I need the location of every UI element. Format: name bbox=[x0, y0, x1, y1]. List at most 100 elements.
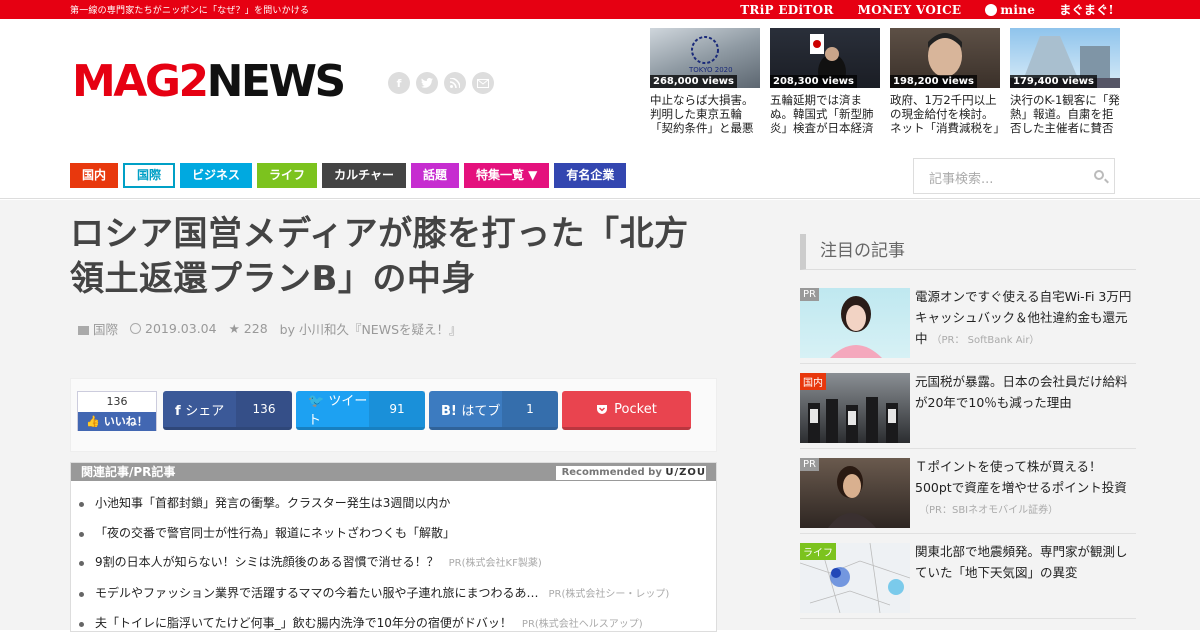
recommended-label: Recommended by bbox=[561, 467, 662, 478]
partner-sites: TRiP EDiTOR MONEY VOICE mine まぐまぐ! bbox=[740, 1, 1114, 18]
facebook-icon: f bbox=[175, 403, 186, 419]
list-item[interactable]: 9割の日本人が知らない！シミは洗顔後のある習慣で消せる！？ PR(株式会社KF製薬… bbox=[79, 548, 716, 579]
rss-icon[interactable] bbox=[444, 72, 466, 94]
date-label: 2019.03.04 bbox=[145, 321, 217, 336]
related-title: モデルやファッション業界で活躍するママの今着たい服や子連れ旅にまつわるあ… bbox=[95, 585, 539, 600]
stars-count: 228 bbox=[243, 321, 268, 336]
sidebar-thumbnail: PR bbox=[800, 288, 910, 358]
sidebar-article[interactable]: PR 電源オンですぐ使える自宅Wi-Fi 3万円キャッシュバック＆他社違約金も還… bbox=[800, 282, 1136, 364]
sidebar-article-title: 元国税が暴露。日本の会社員だけ給料が20年で10％も減った理由 bbox=[915, 374, 1128, 410]
share-count: 136 bbox=[236, 391, 292, 427]
share-box: 136 👍 いいね！ f シェア 136 🐦 ツイート 91 B! はてブ 1 … bbox=[70, 378, 717, 452]
thumbs-up-icon: 👍 bbox=[86, 415, 100, 428]
sidebar-thumbnail: PR bbox=[800, 458, 910, 528]
nav-international[interactable]: 国際 bbox=[123, 163, 176, 188]
sidebar-article[interactable]: ライフ 関東北部で地震頻発。専門家が観測していた「地下天気図」の異変 bbox=[800, 537, 1136, 619]
site-tagline: 第一線の専門家たちがニッポンに「なぜ？」を問いかける bbox=[70, 6, 310, 16]
sidebar-article-title: 関東北部で地震頻発。専門家が観測していた「地下天気図」の異変 bbox=[915, 544, 1128, 580]
like-button[interactable]: 👍 いいね！ bbox=[78, 412, 156, 431]
like-count: 136 bbox=[106, 395, 128, 408]
twitter-icon[interactable] bbox=[416, 72, 438, 94]
view-count: 208,300 views bbox=[770, 75, 857, 88]
svg-text:TOKYO 2020: TOKYO 2020 bbox=[688, 66, 733, 74]
folder-icon bbox=[78, 326, 89, 335]
pr-sponsor: PR(株式会社KF製薬) bbox=[448, 558, 542, 569]
search-input[interactable]: 記事検索... bbox=[913, 158, 1115, 194]
related-articles: 関連記事/PR記事 Recommended by U/ZOU 小池知事「首都封鎖… bbox=[70, 462, 717, 632]
mine-link-label: mine bbox=[1000, 2, 1036, 17]
related-heading: 関連記事/PR記事 bbox=[81, 465, 176, 479]
moneyvoice-link[interactable]: MONEY VOICE bbox=[858, 3, 962, 17]
list-item[interactable]: 小池知事「首都封鎖」発言の衝撃。クラスター発生は3週間以内か bbox=[79, 489, 716, 519]
article-title: ロシア国営メディアが膝を打った「北方領土返還プランB」の中身 bbox=[70, 214, 689, 299]
facebook-icon[interactable]: f bbox=[388, 72, 410, 94]
nav-features-dropdown[interactable]: 特集一覧 ▼ bbox=[463, 163, 550, 188]
nav-companies[interactable]: 有名企業 bbox=[554, 163, 627, 188]
tweet-count: 91 bbox=[369, 391, 425, 427]
article-category[interactable]: 国際 bbox=[78, 319, 118, 338]
category-nav: 国内 国際 ビジネス ライフ カルチャー 話題 特集一覧 ▼ 有名企業 bbox=[70, 163, 627, 188]
pocket-button[interactable]: Pocket bbox=[562, 391, 691, 430]
uzou-logo[interactable]: U/ZOU bbox=[665, 467, 706, 478]
sidebar-article[interactable]: 国内 元国税が暴露。日本の会社員だけ給料が20年で10％も減った理由 bbox=[800, 367, 1136, 449]
top-bar: 第一線の専門家たちがニッポンに「なぜ？」を問いかける TRiP EDiTOR M… bbox=[0, 0, 1200, 19]
trending-title: 中止ならば大損害。判明した東京五輪「契約条件」と最悪シナリオ... bbox=[650, 93, 754, 135]
category-badge: 国内 bbox=[800, 373, 826, 390]
facebook-share-button[interactable]: f シェア 136 bbox=[163, 391, 292, 430]
related-title: 「夜の交番で警官同士が性行為」報道にネットざわつくも「解散」 bbox=[95, 525, 456, 540]
search-placeholder: 記事検索... bbox=[929, 172, 994, 187]
related-header: 関連記事/PR記事 Recommended by U/ZOU bbox=[71, 463, 716, 481]
sidebar-title: 注目の記事 bbox=[800, 234, 1136, 270]
hatena-bookmark-button[interactable]: B! はてブ 1 bbox=[429, 391, 558, 430]
trending-article[interactable]: 208,300 views 五輪延期では済まぬ。韓国式「新型肺炎」検査が日本経済… bbox=[770, 28, 880, 135]
facebook-like-widget[interactable]: 136 👍 いいね！ bbox=[77, 391, 157, 431]
trending-title: 政府、1万2千円以上の現金給付を検討。ネット「消費減税を」の声... bbox=[890, 93, 1000, 135]
category-badge: ライフ bbox=[800, 543, 836, 560]
recommended-by: Recommended by U/ZOU bbox=[555, 466, 706, 480]
trending-article[interactable]: TOKYO 2020 268,000 views 中止ならば大損害。判明した東京… bbox=[650, 28, 760, 135]
view-count: 198,200 views bbox=[890, 75, 977, 88]
list-item[interactable]: 夫「トイレに脂浮いてたけど何事_」飲む腸内洗浄で10年分の宿便がドバッ！ PR(株… bbox=[79, 609, 716, 640]
sidebar-thumbnail: ライフ bbox=[800, 543, 910, 613]
mine-icon bbox=[985, 3, 998, 16]
article-meta: 国際 2019.03.04 ★ 228 by 小川和久『NEWSを疑え！』 bbox=[78, 319, 462, 338]
hatena-icon: B! bbox=[441, 403, 462, 419]
nav-business[interactable]: ビジネス bbox=[180, 163, 253, 188]
article-date: 2019.03.04 bbox=[130, 321, 217, 336]
nav-topics[interactable]: 話題 bbox=[410, 163, 459, 188]
sidebar-article[interactable]: PR Ｔポイントを使って株が買える！500ptで資産を増やせるポイント投資 （PR… bbox=[800, 452, 1136, 534]
trending-thumbnail: TOKYO 2020 268,000 views bbox=[650, 28, 760, 88]
pr-sponsor: PR(株式会社シー・レップ) bbox=[548, 588, 670, 600]
pr-sponsor: （PR： SoftBank Air） bbox=[931, 335, 1040, 346]
nav-life[interactable]: ライフ bbox=[257, 163, 318, 188]
mail-icon[interactable] bbox=[472, 72, 494, 94]
search-icon[interactable] bbox=[1094, 170, 1104, 180]
nav-domestic[interactable]: 国内 bbox=[70, 163, 119, 188]
view-count: 179,400 views bbox=[1010, 75, 1097, 88]
trending-article[interactable]: 179,400 views 決行のK-1観客に「発熱」報道。自粛を拒否した主催者… bbox=[1010, 28, 1120, 135]
pr-sponsor: （PR：SBIネオモバイル証券） bbox=[919, 505, 1059, 516]
trending-title: 五輪延期では済まぬ。韓国式「新型肺炎」検査が日本経済を潰す訳... bbox=[770, 93, 874, 135]
mag2news-logo[interactable]: MAG2NEWS bbox=[72, 57, 346, 107]
tripeditor-link[interactable]: TRiP EDiTOR bbox=[740, 3, 833, 17]
list-item[interactable]: モデルやファッション業界で活躍するママの今着たい服や子連れ旅にまつわるあ… PR(… bbox=[79, 579, 716, 610]
pocket-icon bbox=[597, 404, 608, 414]
share-label: シェア bbox=[185, 403, 225, 419]
category-badge: PR bbox=[800, 458, 819, 471]
article-author[interactable]: by 小川和久『NEWSを疑え！』 bbox=[280, 319, 462, 338]
trending-thumbnail: 179,400 views bbox=[1010, 28, 1120, 88]
related-title: 夫「トイレに脂浮いてたけど何事_」飲む腸内洗浄で10年分の宿便がドバッ！ bbox=[95, 616, 512, 630]
nav-culture[interactable]: カルチャー bbox=[322, 163, 406, 188]
mag2-link[interactable]: まぐまぐ! bbox=[1059, 1, 1114, 18]
tweet-button[interactable]: 🐦 ツイート 91 bbox=[296, 391, 425, 430]
twitter-icon: 🐦 bbox=[308, 394, 329, 409]
related-list: 小池知事「首都封鎖」発言の衝撃。クラスター発生は3週間以内か 「夜の交番で警官同… bbox=[71, 489, 716, 640]
clock-icon bbox=[130, 323, 142, 334]
related-title: 9割の日本人が知らない！シミは洗顔後のある習慣で消せる！？ bbox=[95, 555, 439, 569]
mine-link[interactable]: mine bbox=[985, 3, 1035, 17]
hatena-label: はてブ bbox=[461, 403, 501, 419]
list-item[interactable]: 「夜の交番で警官同士が性行為」報道にネットざわつくも「解散」 bbox=[79, 519, 716, 549]
like-label: いいね！ bbox=[103, 415, 148, 428]
trending-article[interactable]: 198,200 views 政府、1万2千円以上の現金給付を検討。ネット「消費減… bbox=[890, 28, 1000, 135]
trending-title: 決行のK-1観客に「発熱」報道。自粛を拒否した主催者に賛否の声... bbox=[1010, 93, 1120, 135]
